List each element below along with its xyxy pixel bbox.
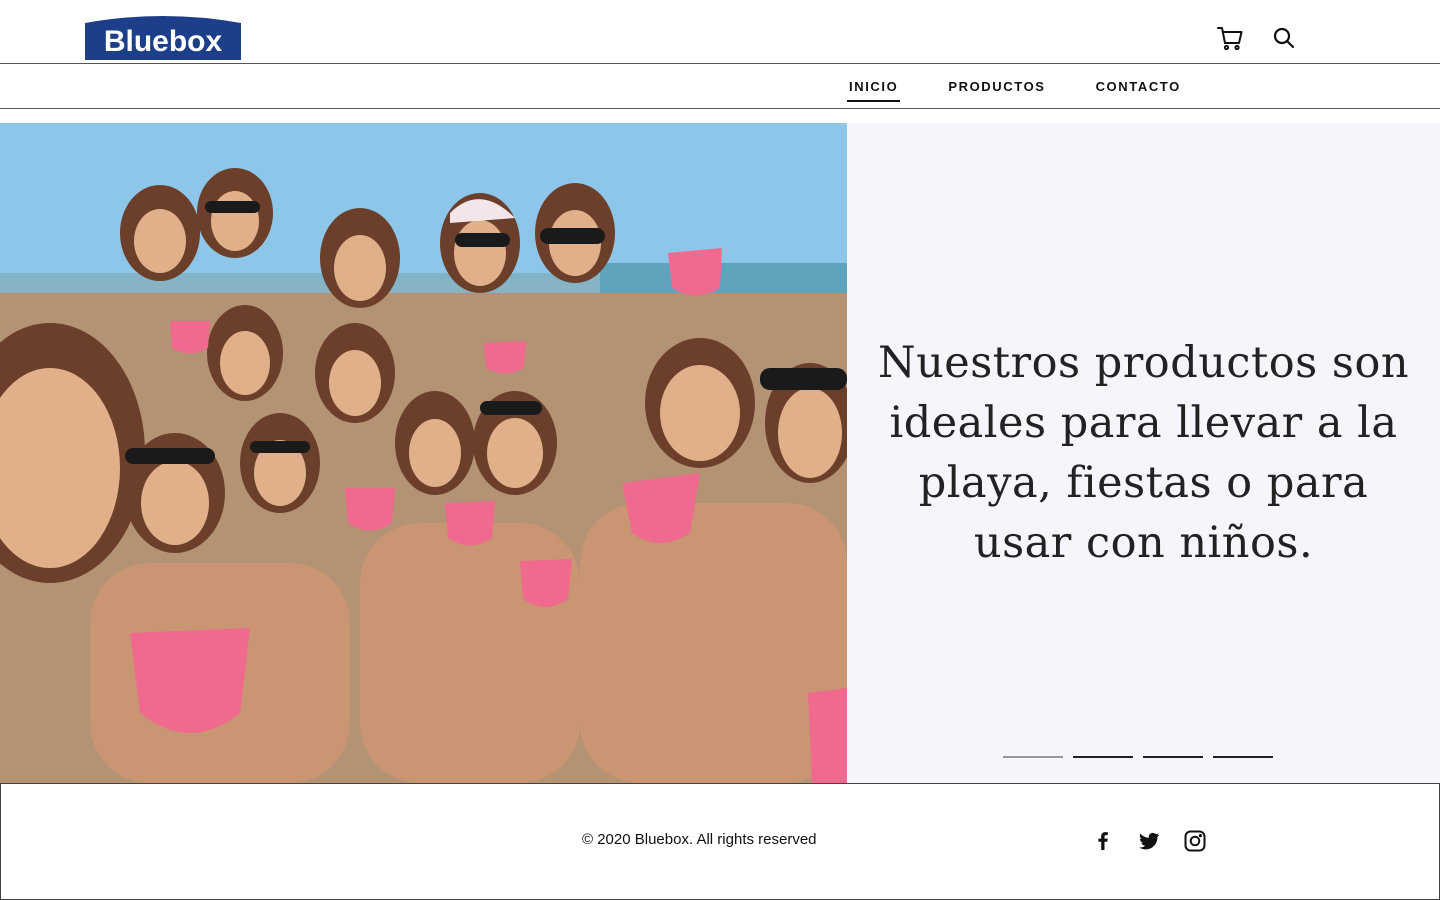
cart-icon[interactable] bbox=[1216, 24, 1244, 52]
nav-item-inicio[interactable]: INICIO bbox=[846, 79, 901, 102]
carousel-dot-2[interactable] bbox=[1073, 756, 1133, 758]
facebook-icon[interactable] bbox=[1091, 829, 1115, 853]
hero-text: Nuestros productos son ideales para llev… bbox=[877, 338, 1410, 568]
carousel-dot-1[interactable] bbox=[1003, 756, 1063, 758]
instagram-icon[interactable] bbox=[1183, 829, 1207, 853]
svg-text:Bluebox: Bluebox bbox=[104, 25, 223, 58]
nav-item-productos[interactable]: PRODUCTOS bbox=[948, 79, 1045, 94]
hero-panel: Nuestros productos son ideales para llev… bbox=[847, 123, 1440, 783]
hero-photo bbox=[0, 123, 847, 783]
site-footer: © 2020 Bluebox. All rights reserved bbox=[0, 783, 1440, 900]
twitter-icon[interactable] bbox=[1137, 829, 1161, 853]
copyright-text: © 2020 Bluebox. All rights reserved bbox=[582, 831, 817, 848]
carousel-dot-3[interactable] bbox=[1143, 756, 1203, 758]
site-header: Bluebox bbox=[0, 0, 1440, 64]
carousel-dot-4[interactable] bbox=[1213, 756, 1273, 758]
nav-item-contacto[interactable]: CONTACTO bbox=[1096, 79, 1181, 94]
search-icon[interactable] bbox=[1270, 24, 1298, 52]
carousel-indicators bbox=[1003, 756, 1273, 758]
main-nav: INICIO PRODUCTOS CONTACTO bbox=[0, 64, 1440, 109]
header-icons bbox=[1216, 24, 1298, 52]
social-links bbox=[1091, 829, 1207, 853]
bluebox-logo[interactable]: Bluebox bbox=[81, 15, 245, 60]
